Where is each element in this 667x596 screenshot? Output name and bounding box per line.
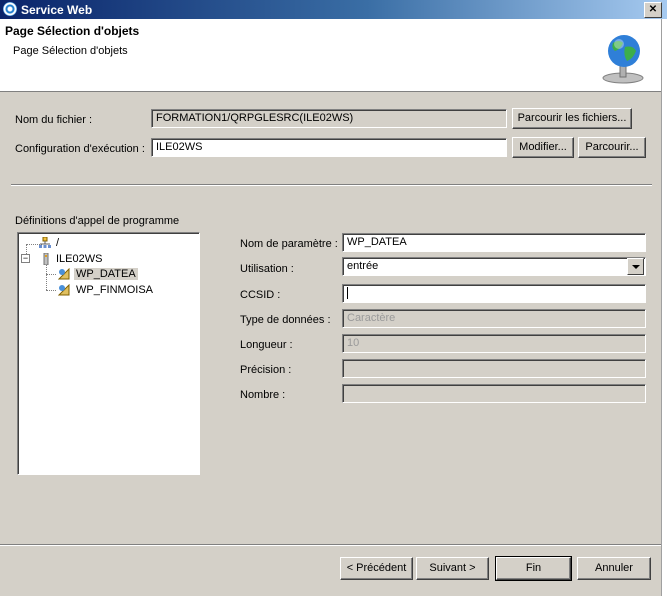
next-button[interactable]: Suivant > bbox=[416, 557, 489, 580]
tree-item-label: WP_DATEA bbox=[74, 268, 138, 280]
param-name-input[interactable]: WP_DATEA bbox=[342, 233, 646, 252]
parameter-icon bbox=[58, 268, 70, 280]
page-title: Page Sélection d'objets bbox=[5, 24, 140, 38]
tree-item-wp-finmoisa[interactable]: WP_FINMOISA bbox=[76, 284, 153, 296]
tree-item-wp-datea[interactable]: WP_DATEA bbox=[74, 268, 138, 280]
globe-icon bbox=[602, 35, 644, 84]
chevron-down-icon[interactable] bbox=[627, 258, 644, 275]
ccsid-label: CCSID : bbox=[240, 289, 281, 301]
title-bar: Service Web ✕ bbox=[0, 0, 667, 19]
tree-line bbox=[46, 274, 56, 275]
tree-item-label: / bbox=[56, 237, 60, 249]
app-icon bbox=[3, 2, 17, 16]
browse-files-button[interactable]: Parcourir les fichiers... bbox=[512, 108, 632, 129]
count-label: Nombre : bbox=[240, 389, 286, 401]
precision-field bbox=[342, 359, 646, 378]
data-type-field: Caractère bbox=[342, 309, 646, 328]
right-edge bbox=[661, 19, 667, 596]
tree-line bbox=[46, 290, 56, 291]
wizard-header: Page Sélection d'objets Page Sélection d… bbox=[0, 19, 661, 92]
file-name-field: FORMATION1/QRPGLESRC(ILE02WS) bbox=[151, 109, 507, 128]
tree-item-label: ILE02WS bbox=[56, 253, 103, 265]
close-button[interactable]: ✕ bbox=[644, 2, 662, 18]
count-field bbox=[342, 384, 646, 403]
text-caret bbox=[347, 287, 348, 300]
program-call-tree[interactable]: / − ILE02WS WP_DATEA WP_FINMOISA bbox=[17, 232, 200, 475]
ccsid-input[interactable] bbox=[342, 284, 646, 303]
tree-item-root[interactable]: / bbox=[56, 237, 59, 249]
cancel-button[interactable]: Annuler bbox=[577, 557, 651, 580]
config-label: Configuration d'exécution : bbox=[15, 143, 145, 155]
collapse-icon[interactable]: − bbox=[21, 254, 30, 263]
param-name-label: Nom de paramètre : bbox=[240, 238, 338, 250]
modify-button[interactable]: Modifier... bbox=[512, 137, 574, 158]
usage-label: Utilisation : bbox=[240, 263, 294, 275]
finish-button[interactable]: Fin bbox=[495, 556, 572, 581]
footer-separator bbox=[0, 544, 661, 546]
window-title: Service Web bbox=[21, 3, 93, 17]
length-label: Longueur : bbox=[240, 339, 293, 351]
parameter-icon bbox=[58, 284, 70, 296]
config-input[interactable]: ILE02WS bbox=[151, 138, 507, 157]
length-field: 10 bbox=[342, 334, 646, 353]
root-node-icon bbox=[39, 237, 51, 248]
page-subtitle: Page Sélection d'objets bbox=[13, 45, 128, 57]
separator bbox=[11, 184, 652, 186]
program-icon bbox=[43, 253, 49, 265]
tree-item-ile02ws[interactable]: ILE02WS bbox=[56, 253, 102, 265]
usage-select[interactable]: entrée bbox=[342, 257, 646, 276]
precision-label: Précision : bbox=[240, 364, 292, 376]
file-label: Nom du fichier : bbox=[15, 114, 93, 126]
browse-button[interactable]: Parcourir... bbox=[578, 137, 646, 158]
back-button[interactable]: < Précédent bbox=[340, 557, 413, 580]
tree-item-label: WP_FINMOISA bbox=[76, 284, 154, 296]
tree-label: Définitions d'appel de programme bbox=[15, 215, 180, 227]
data-type-label: Type de données : bbox=[240, 314, 331, 326]
